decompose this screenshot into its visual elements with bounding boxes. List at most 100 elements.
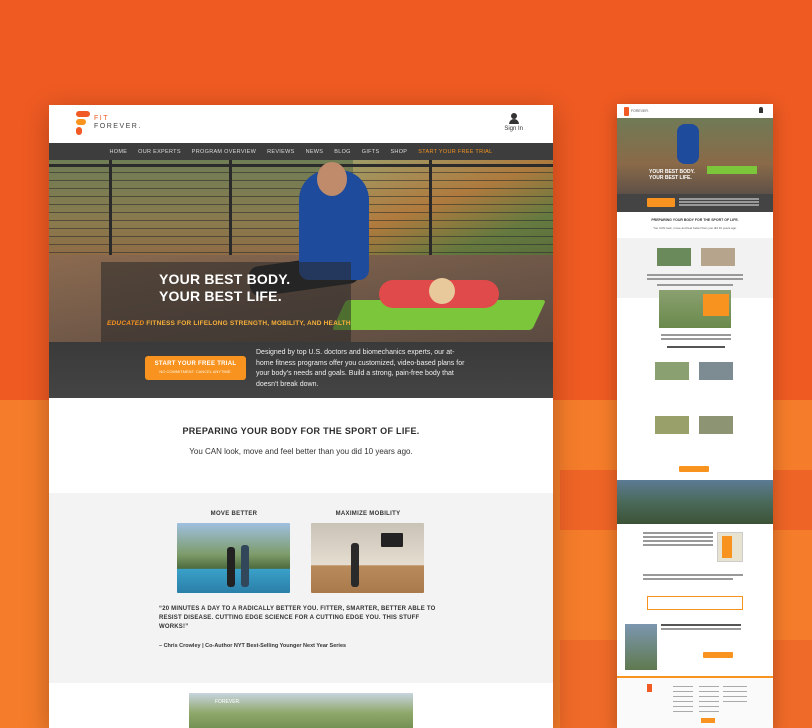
mobile-cta-bar	[617, 194, 773, 212]
mobile-hero: YOUR BEST BODY. YOUR BEST LIFE.	[617, 118, 773, 194]
hero-headline-line2: YOUR BEST LIFE.	[159, 288, 282, 304]
intro-text: You CAN look, move and feel better than …	[189, 447, 413, 456]
site-header: FIT FOREVER. Sign In	[49, 105, 553, 143]
hero-client-head	[429, 278, 455, 304]
nav-reviews[interactable]: REVIEWS	[267, 149, 294, 155]
mobile-hero-figure	[677, 124, 699, 164]
tv-screen	[381, 533, 403, 547]
figure	[351, 543, 359, 587]
mobile-promo-image	[625, 624, 657, 670]
mobile-book-cover	[722, 536, 732, 558]
video-section: FOREVER.	[49, 683, 553, 728]
mobile-text-line	[643, 578, 733, 580]
benefits-section: MOVE BETTER MAXIMIZE MOBILITY “20 MINUTE…	[49, 493, 553, 683]
intro-heading: PREPARING YOUR BODY FOR THE SPORT OF LIF…	[182, 426, 420, 436]
mobile-benefits	[617, 238, 773, 298]
nav-blog[interactable]: BLOG	[334, 149, 350, 155]
mobile-text-line	[661, 338, 731, 340]
mobile-quote-box	[647, 596, 743, 610]
mobile-text-line	[661, 628, 741, 630]
mobile-footer-button[interactable]	[701, 718, 715, 723]
hero-railing-bar	[49, 164, 553, 167]
free-trial-button[interactable]: START YOUR FREE TRIAL NO COMMITMENT. CAN…	[145, 356, 246, 380]
nav-program-overview[interactable]: PROGRAM OVERVIEW	[192, 149, 256, 155]
logo-text: FIT FOREVER.	[94, 115, 142, 131]
testimonial-attribution: – Chris Crowley | Co-Author NYT Best-Sel…	[159, 643, 347, 649]
mobile-footer	[617, 676, 773, 728]
nav-gifts[interactable]: GIFTS	[362, 149, 380, 155]
mobile-mockup: FOREVER. YOUR BEST BODY. YOUR BEST LIFE.…	[617, 104, 773, 728]
mobile-hero-mat	[707, 166, 757, 174]
mobile-text-line	[643, 536, 713, 538]
benefit-image	[311, 523, 424, 593]
mobile-expert-image	[655, 362, 689, 380]
hero-trainer-head	[317, 162, 347, 196]
mobile-text-line	[647, 278, 743, 280]
mobile-heading: PREPARING YOUR BODY FOR THE SPORT OF LIF…	[651, 218, 739, 222]
intro-section: PREPARING YOUR BODY FOR THE SPORT OF LIF…	[49, 398, 553, 493]
signin-label: Sign In	[504, 126, 523, 132]
mobile-expert-image	[699, 362, 733, 380]
mobile-header: FOREVER.	[617, 104, 773, 118]
mobile-book-image	[717, 532, 743, 562]
mobile-footer-links	[673, 686, 693, 716]
cta-description: Designed by top U.S. doctors and biomech…	[256, 349, 465, 388]
mobile-text-line	[661, 334, 731, 336]
free-trial-button-sub: NO COMMITMENT. CANCEL ANYTIME.	[159, 369, 232, 374]
hero-tagline-text: FITNESS FOR LIFELONG STRENGTH, MOBILITY,…	[144, 320, 351, 327]
logo[interactable]: FIT FOREVER.	[76, 111, 142, 135]
mobile-text-line	[647, 274, 743, 276]
benefit-maximize-mobility: MAXIMIZE MOBILITY	[311, 511, 425, 593]
nav-home[interactable]: HOME	[109, 149, 127, 155]
nav-our-experts[interactable]: OUR EXPERTS	[138, 149, 181, 155]
user-icon	[508, 113, 519, 124]
mobile-text-line	[643, 544, 713, 546]
hero-headline: YOUR BEST BODY. YOUR BEST LIFE.	[159, 271, 290, 305]
benefit-title: MAXIMIZE MOBILITY	[335, 511, 401, 517]
hero-headline-line1: YOUR BEST BODY.	[159, 271, 291, 287]
mobile-text-line	[643, 532, 713, 534]
mobile-logo-icon[interactable]	[624, 107, 629, 116]
mobile-footer-logo-icon	[647, 684, 652, 692]
mobile-user-icon[interactable]	[759, 107, 763, 113]
benefit-image	[177, 523, 290, 593]
mobile-text-line	[657, 284, 733, 286]
mobile-text-line	[661, 624, 741, 626]
figure	[227, 547, 235, 587]
cta-bar: START YOUR FREE TRIAL NO COMMITMENT. CAN…	[49, 342, 553, 398]
mobile-expert-image	[699, 416, 733, 434]
mobile-expert-image	[655, 416, 689, 434]
mobile-footer-links	[699, 686, 719, 716]
video-thumbnail[interactable]: FOREVER.	[189, 693, 413, 728]
mobile-cta-button[interactable]	[647, 198, 675, 207]
logo-line1: FIT	[94, 115, 109, 122]
mobile-experts-button[interactable]	[679, 466, 709, 472]
video-thumbnail-text: FOREVER.	[215, 699, 241, 705]
hero-tagline: EDUCATED FITNESS FOR LIFELONG STRENGTH, …	[107, 320, 351, 327]
mobile-feature-image	[659, 290, 731, 328]
mobile-promo-button[interactable]	[703, 652, 733, 658]
logo-line2: FOREVER.	[94, 123, 142, 130]
desktop-mockup: FIT FOREVER. Sign In HOME OUR EXPERTS PR…	[49, 105, 553, 728]
logo-mark-icon	[76, 111, 90, 135]
benefit-title: MOVE BETTER	[210, 511, 258, 517]
mobile-text: You CAN look, move and feel better than …	[653, 226, 737, 230]
mobile-text-line	[667, 346, 725, 348]
mobile-cta-text-lines	[679, 198, 759, 200]
mobile-band-image	[617, 480, 773, 524]
nav-free-trial[interactable]: START YOUR FREE TRIAL	[418, 149, 492, 155]
testimonial-quote: “20 MINUTES A DAY TO A RADICALLY BETTER …	[159, 606, 436, 630]
hero-image: YOUR BEST BODY. YOUR BEST LIFE. EDUCATED…	[49, 160, 553, 342]
mobile-footer-links	[723, 686, 747, 706]
mobile-benefit-image	[701, 248, 735, 266]
nav-shop[interactable]: SHOP	[390, 149, 407, 155]
main-nav: HOME OUR EXPERTS PROGRAM OVERVIEW REVIEW…	[49, 143, 553, 160]
mobile-feature-badge	[703, 294, 729, 316]
benefit-move-better: MOVE BETTER	[177, 511, 291, 593]
signin-link[interactable]: Sign In	[504, 113, 523, 132]
mobile-hero-headline: YOUR BEST BODY. YOUR BEST LIFE.	[649, 169, 695, 181]
free-trial-button-label: START YOUR FREE TRIAL	[154, 361, 237, 367]
nav-news[interactable]: NEWS	[306, 149, 324, 155]
mobile-logo-text: FOREVER.	[631, 109, 649, 113]
mobile-text-line	[643, 540, 713, 542]
